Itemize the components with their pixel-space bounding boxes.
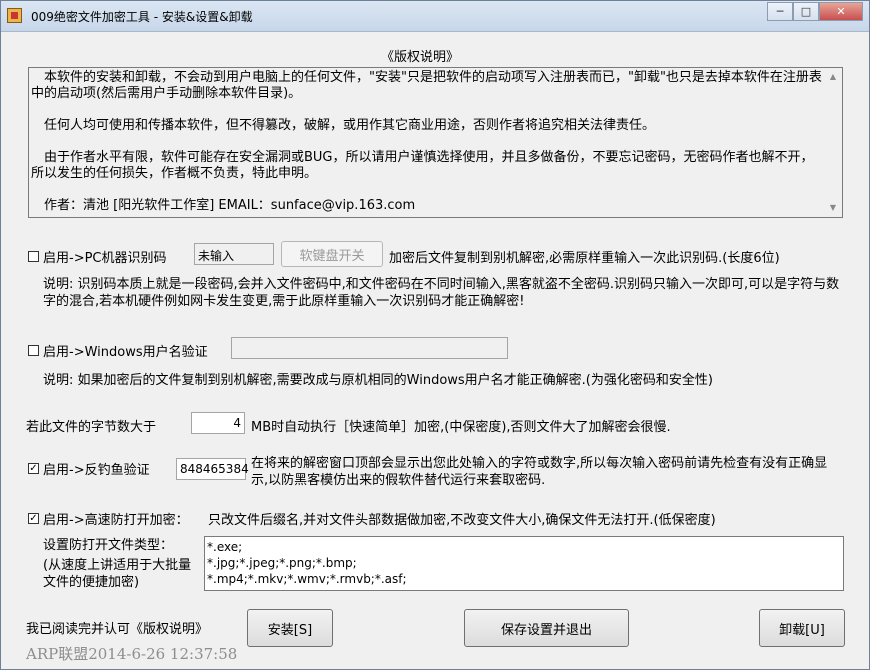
pc-id-description: 说明: 识别码本质上就是一段密码,会并入文件密码中,和文件密码在不同时间输入,黑… (43, 277, 840, 309)
pc-id-checkbox[interactable] (28, 251, 39, 262)
windows-user-label: 启用->Windows用户名验证 (43, 345, 208, 360)
uninstall-button[interactable]: 卸载[U] (759, 609, 845, 647)
anti-phishing-description: 在将来的解密窗口顶部会显示出您此处输入的字符或数字,所以每次输入密码前请先检查有… (251, 456, 828, 488)
license-text: 本软件的安装和卸载，不会动到用户电脑上的任何文件，"安装"只是把软件的启动项写入… (31, 70, 824, 214)
pc-id-field[interactable]: 未输入 (194, 243, 274, 265)
fast-open-checkbox[interactable]: ✓ (28, 513, 39, 524)
content-panel: 《版权说明》 本软件的安装和卸载，不会动到用户电脑上的任何文件，"安装"只是把软… (11, 35, 859, 663)
license-textbox[interactable]: 本软件的安装和卸载，不会动到用户电脑上的任何文件，"安装"只是把软件的启动项写入… (28, 67, 843, 218)
watermark-text: ARP联盟2014-6-26 12:37:58 (26, 645, 238, 663)
pc-id-hint: 加密后文件复制到别机解密,必需原样重输入一次此识别码.(长度6位) (389, 251, 780, 266)
maximize-button[interactable]: □ (793, 2, 819, 21)
scroll-up-arrow-icon[interactable]: ▲ (825, 69, 841, 85)
file-types-note: (从速度上讲适用于大批量文件的便捷加密) (43, 558, 192, 590)
anti-phishing-checkbox[interactable]: ✓ (28, 463, 39, 474)
size-limit-label: 若此文件的字节数大于 (26, 420, 157, 435)
windows-user-checkbox[interactable] (28, 345, 39, 356)
install-button[interactable]: 安装[S] (247, 609, 333, 647)
license-paragraph: 任何人均可使用和传播本软件，但不得篡改，破解，或用作其它商业用途，否则作者将追究… (44, 118, 656, 133)
app-icon (7, 8, 22, 23)
license-scrollbar[interactable]: ▲ ▼ (825, 69, 841, 216)
size-limit-field[interactable]: 4 (191, 412, 245, 434)
anti-phishing-field[interactable]: 848465384 (176, 458, 249, 480)
agree-label: 我已阅读完并认可《版权说明》 (26, 622, 209, 637)
license-title: 《版权说明》 (381, 50, 460, 65)
scroll-down-arrow-icon[interactable]: ▼ (825, 200, 841, 216)
file-types-label: 设置防打开文件类型： (43, 538, 174, 553)
file-type-line: *.mp4;*.mkv;*.wmv;*.rmvb;*.asf; (207, 572, 407, 586)
file-types-textarea[interactable]: *.exe; *.jpg;*.jpeg;*.png;*.bmp; *.mp4;*… (204, 536, 844, 591)
anti-phishing-label: 启用->反钓鱼验证 (43, 463, 150, 478)
windows-user-description: 说明: 如果加密后的文件复制到别机解密,需要改成与原机相同的Windows用户名… (43, 373, 713, 388)
main-window: 009绝密文件加密工具 - 安装&设置&卸载 ─ □ ✕ 《版权说明》 本软件的… (0, 0, 870, 670)
caption-buttons: ─ □ ✕ (767, 2, 863, 22)
fast-open-description: 只改文件后缀名,并对文件头部数据做加密,不改变文件大小,确保文件无法打开.(低保… (208, 513, 716, 528)
save-exit-button[interactable]: 保存设置并退出 (464, 609, 629, 647)
pc-id-label: 启用->PC机器识别码 (43, 251, 167, 266)
windows-user-field[interactable] (231, 337, 508, 359)
window-title: 009绝密文件加密工具 - 安装&设置&卸载 (31, 10, 253, 24)
close-button[interactable]: ✕ (819, 2, 863, 21)
license-paragraph: 本软件的安装和卸载，不会动到用户电脑上的任何文件，"安装"只是把软件的启动项写入… (31, 70, 822, 101)
license-paragraph: 由于作者水平有限，软件可能存在安全漏洞或BUG，所以请用户谨慎选择使用，并且多做… (31, 150, 814, 181)
file-type-line: *.exe; (207, 540, 243, 554)
minimize-button[interactable]: ─ (767, 2, 793, 21)
soft-keyboard-button[interactable]: 软键盘开关 (281, 241, 383, 267)
title-bar[interactable]: 009绝密文件加密工具 - 安装&设置&卸载 ─ □ ✕ (1, 1, 869, 32)
file-type-line: *.jpg;*.jpeg;*.png;*.bmp; (207, 556, 357, 570)
size-limit-suffix: MB时自动执行［快速简单］加密,(中保密度),否则文件大了加解密会很慢. (251, 420, 671, 435)
fast-open-label: 启用->高速防打开加密： (43, 513, 189, 528)
license-paragraph: 作者：清池 [阳光软件工作室] EMAIL：sunface@vip.163.co… (44, 198, 416, 213)
